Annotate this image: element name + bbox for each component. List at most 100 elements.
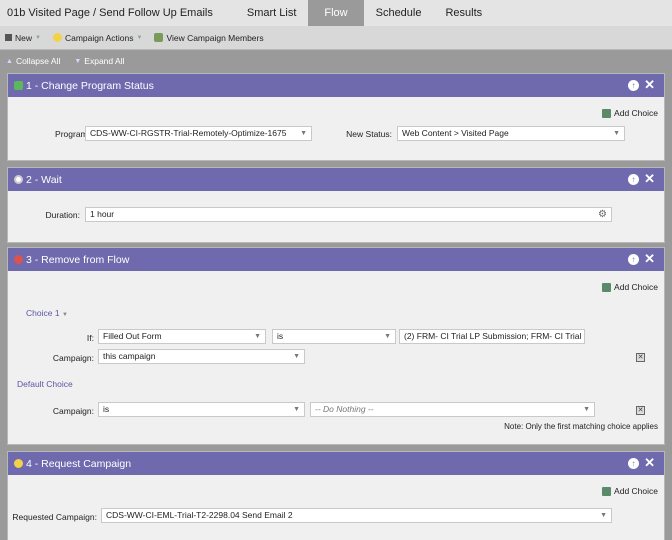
new-status-label: New Status: [346,129,392,139]
view-campaign-members-label: View Campaign Members [166,32,264,43]
remove-choice-icon[interactable]: ✕ [636,353,645,362]
add-choice-icon [602,108,612,118]
campaign-actions-button[interactable]: Campaign Actions ▼ [52,32,143,43]
chevron-down-icon: ▼ [300,130,307,137]
add-choice-icon [602,282,612,292]
tab-smart-list[interactable]: Smart List [235,0,309,26]
delete-step-icon[interactable]: ✕ [644,172,655,186]
new-button[interactable]: New ▼ [5,33,41,43]
expand-icon: ▼ [74,57,82,65]
new-icon [5,34,12,41]
default-action-value: -- Do Nothing -- [315,404,374,414]
duration-value: 1 hour [90,209,115,219]
move-up-icon[interactable]: ↑ [628,174,639,185]
step-header[interactable]: 1 - Change Program Status ↑ ✕ [8,74,664,97]
choice-1-toggle[interactable]: Choice 1 ▼ [26,308,68,318]
remove-default-choice-icon[interactable]: ✕ [636,406,645,415]
request-campaign-icon [14,459,23,468]
new-status-select[interactable]: Web Content > Visited Page ▼ [397,126,625,141]
chevron-down-icon: ▼ [293,406,300,413]
toolbar: New ▼ Campaign Actions ▼ View Campaign M… [0,26,672,50]
step-header[interactable]: 4 - Request Campaign ↑ ✕ [8,452,664,475]
program-status-icon [14,81,23,90]
move-up-icon[interactable]: ↑ [628,254,639,265]
add-choice-button[interactable]: Add Choice [602,486,658,496]
duration-field[interactable]: 1 hour ⚙ [85,207,612,222]
tab-schedule[interactable]: Schedule [364,0,434,26]
top-tab-bar: 01b Visited Page / Send Follow Up Emails… [0,0,672,26]
delete-step-icon[interactable]: ✕ [644,252,655,266]
gear-icon[interactable]: ⚙ [598,209,607,221]
remove-flow-icon [14,255,23,264]
operator-select[interactable]: is ▼ [272,329,396,344]
choice-note: Note: Only the first matching choice app… [504,422,658,431]
collapse-expand-bar: ▲ Collapse All ▼ Expand All [0,51,672,71]
add-choice-label: Add Choice [614,282,658,292]
campaign-select[interactable]: this campaign ▼ [98,349,305,364]
add-choice-icon [602,486,612,496]
campaign-label: Campaign: [52,353,94,363]
chevron-down-icon: ▼ [600,512,607,519]
expand-all-button[interactable]: ▼ Expand All [74,56,124,66]
move-up-icon[interactable]: ↑ [628,458,639,469]
add-choice-button[interactable]: Add Choice [602,108,658,118]
program-value: CDS-WW-CI-RGSTR-Trial-Remotely-Optimize-… [90,128,287,138]
tab-flow[interactable]: Flow [308,0,364,26]
chevron-down-icon: ▼ [613,130,620,137]
chevron-down-icon: ▼ [61,312,68,318]
form-value-field[interactable]: (2) FRM- CI Trial LP Submission; FRM- CI… [399,329,585,344]
default-operator-select[interactable]: is ▼ [98,402,305,417]
chevron-down-icon: ▼ [293,353,300,360]
if-attribute-select[interactable]: Filled Out Form ▼ [98,329,266,344]
step-title: 2 - Wait [26,173,62,186]
campaign-actions-label: Campaign Actions [64,32,134,43]
requested-campaign-select[interactable]: CDS-WW-CI-EML-Trial-T2-2298.04 Send Emai… [101,508,612,523]
operator-value: is [277,331,284,341]
add-choice-button[interactable]: Add Choice [602,282,658,292]
chevron-down-icon: ▼ [254,333,261,340]
form-value: (2) FRM- CI Trial LP Submission; FRM- CI… [404,331,585,341]
clock-icon [14,175,23,184]
if-attribute-value: Filled Out Form [103,331,162,341]
people-icon [154,33,164,42]
tab-campaign-name[interactable]: 01b Visited Page / Send Follow Up Emails [0,0,235,26]
step-header[interactable]: 2 - Wait ↑ ✕ [8,168,664,191]
chevron-down-icon: ▼ [583,406,590,413]
new-label: New [15,32,33,43]
view-campaign-members-button[interactable]: View Campaign Members [154,32,264,43]
chevron-down-icon: ▼ [35,34,41,41]
lightbulb-icon [52,33,62,42]
new-status-value: Web Content > Visited Page [402,128,509,138]
flow-step-request-campaign: 4 - Request Campaign ↑ ✕ Add Choice Requ… [7,451,665,540]
tab-results[interactable]: Results [433,0,494,26]
collapse-icon: ▲ [6,57,13,65]
delete-step-icon[interactable]: ✕ [644,78,655,92]
step-title: 4 - Request Campaign [26,457,132,470]
chevron-down-icon: ▼ [136,34,143,41]
if-label: If: [86,333,94,343]
choice-1-title: Choice 1 [26,308,60,318]
step-title: 1 - Change Program Status [26,79,154,92]
default-campaign-label: Campaign: [52,406,94,416]
move-up-icon[interactable]: ↑ [628,80,639,91]
add-choice-label: Add Choice [614,486,658,496]
duration-label: Duration: [45,210,81,220]
program-select[interactable]: CDS-WW-CI-RGSTR-Trial-Remotely-Optimize-… [85,126,312,141]
step-header[interactable]: 3 - Remove from Flow ↑ ✕ [8,248,664,271]
expand-all-label: Expand All [84,56,125,66]
collapse-all-label: Collapse All [15,56,61,66]
default-choice-title: Default Choice [17,379,73,389]
requested-campaign-value: CDS-WW-CI-EML-Trial-T2-2298.04 Send Emai… [106,510,293,520]
default-action-select[interactable]: -- Do Nothing -- ▼ [310,402,595,417]
step-title: 3 - Remove from Flow [26,253,130,266]
default-operator-value: is [103,404,110,414]
requested-campaign-label: Requested Campaign: [12,512,97,522]
chevron-down-icon: ▼ [384,333,391,340]
flow-step-wait: 2 - Wait ↑ ✕ Duration: 1 hour ⚙ [7,167,665,243]
collapse-all-button[interactable]: ▲ Collapse All [6,56,60,66]
delete-step-icon[interactable]: ✕ [644,456,655,470]
flow-step-change-program-status: 1 - Change Program Status ↑ ✕ Add Choice… [7,73,665,161]
campaign-value: this campaign [103,351,156,361]
add-choice-label: Add Choice [614,108,658,118]
flow-step-remove-from-flow: 3 - Remove from Flow ↑ ✕ Add Choice Choi… [7,247,665,445]
